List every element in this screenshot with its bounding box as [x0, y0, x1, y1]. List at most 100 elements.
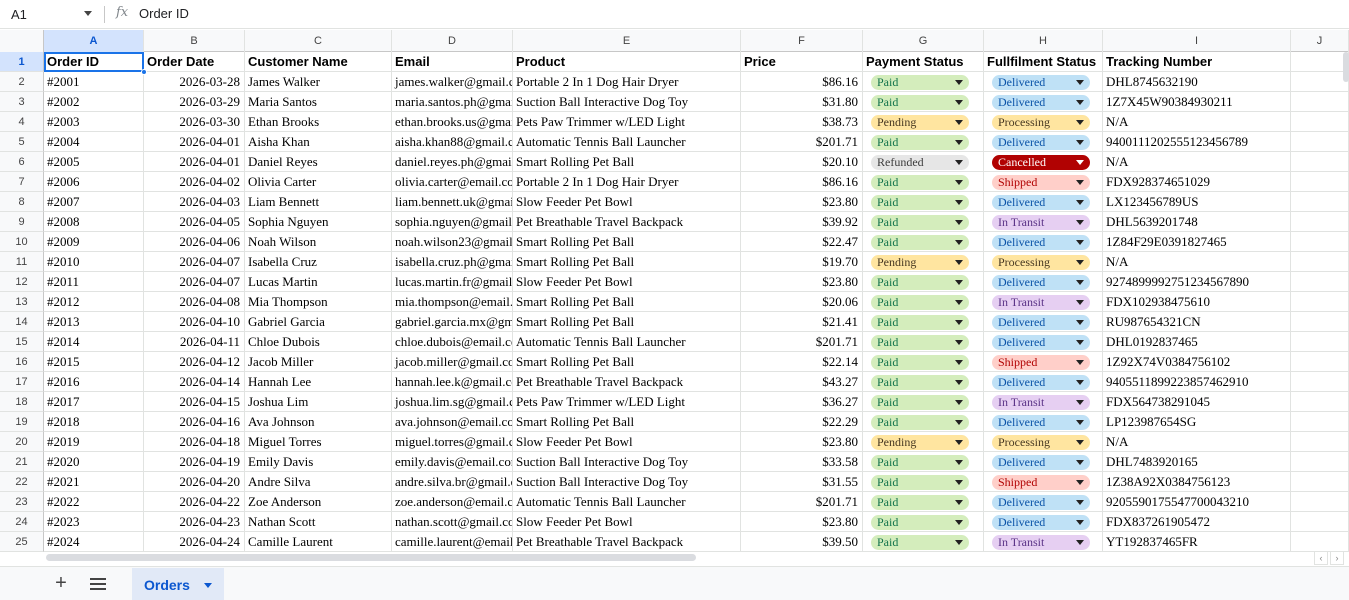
product-cell[interactable]: Pets Paw Trimmer w/LED Light [513, 392, 741, 412]
order-id-cell[interactable]: #2015 [44, 352, 144, 372]
status-dropdown-chip[interactable]: Delivered [992, 495, 1090, 510]
price-cell[interactable]: $31.55 [741, 472, 863, 492]
product-cell[interactable]: Pet Breathable Travel Backpack [513, 532, 741, 552]
email-cell[interactable]: maria.santos.ph@gmail.com [392, 92, 513, 112]
order-date-cell[interactable]: 2026-03-29 [144, 92, 245, 112]
customer-name-cell[interactable]: Andre Silva [245, 472, 392, 492]
row-header[interactable]: 12 [0, 272, 44, 292]
column-header-d[interactable]: D [392, 30, 513, 52]
empty-cell[interactable] [1291, 232, 1349, 252]
order-id-cell[interactable]: #2003 [44, 112, 144, 132]
payment-status-cell[interactable]: Paid [863, 372, 984, 392]
chevron-down-icon[interactable] [1076, 400, 1084, 405]
fulfillment-status-cell[interactable]: Delivered [984, 512, 1103, 532]
customer-name-cell[interactable]: Daniel Reyes [245, 152, 392, 172]
header-cell[interactable]: Order ID [44, 52, 144, 72]
order-id-cell[interactable]: #2016 [44, 372, 144, 392]
email-cell[interactable]: lucas.martin.fr@gmail.com [392, 272, 513, 292]
status-dropdown-chip[interactable]: Paid [871, 415, 969, 430]
customer-name-cell[interactable]: Aisha Khan [245, 132, 392, 152]
order-id-cell[interactable]: #2018 [44, 412, 144, 432]
product-cell[interactable]: Smart Rolling Pet Ball [513, 412, 741, 432]
order-date-cell[interactable]: 2026-03-28 [144, 72, 245, 92]
payment-status-cell[interactable]: Paid [863, 272, 984, 292]
price-cell[interactable]: $22.47 [741, 232, 863, 252]
status-dropdown-chip[interactable]: Paid [871, 455, 969, 470]
status-dropdown-chip[interactable]: Paid [871, 495, 969, 510]
order-date-cell[interactable]: 2026-04-11 [144, 332, 245, 352]
horizontal-scrollbar[interactable] [44, 554, 1314, 562]
row-header[interactable]: 24 [0, 512, 44, 532]
price-cell[interactable]: $201.71 [741, 332, 863, 352]
chevron-down-icon[interactable] [1076, 360, 1084, 365]
row-header[interactable]: 4 [0, 112, 44, 132]
chevron-down-icon[interactable] [1076, 100, 1084, 105]
empty-cell[interactable] [1291, 492, 1349, 512]
email-cell[interactable]: andre.silva.br@gmail.com [392, 472, 513, 492]
status-dropdown-chip[interactable]: Pending [871, 115, 969, 130]
order-date-cell[interactable]: 2026-04-18 [144, 432, 245, 452]
email-cell[interactable]: nathan.scott@gmail.com [392, 512, 513, 532]
fulfillment-status-cell[interactable]: In Transit [984, 392, 1103, 412]
status-dropdown-chip[interactable]: Delivered [992, 135, 1090, 150]
order-date-cell[interactable]: 2026-04-08 [144, 292, 245, 312]
status-dropdown-chip[interactable]: Paid [871, 175, 969, 190]
status-dropdown-chip[interactable]: Processing [992, 115, 1090, 130]
price-cell[interactable]: $22.14 [741, 352, 863, 372]
email-cell[interactable]: gabriel.garcia.mx@gmail.com [392, 312, 513, 332]
order-id-cell[interactable]: #2020 [44, 452, 144, 472]
price-cell[interactable]: $39.92 [741, 212, 863, 232]
empty-cell[interactable] [1291, 52, 1349, 72]
email-cell[interactable]: noah.wilson23@gmail.com [392, 232, 513, 252]
status-dropdown-chip[interactable]: Delivered [992, 375, 1090, 390]
chevron-down-icon[interactable] [1076, 440, 1084, 445]
order-id-cell[interactable]: #2011 [44, 272, 144, 292]
row-header[interactable]: 25 [0, 532, 44, 552]
customer-name-cell[interactable]: Isabella Cruz [245, 252, 392, 272]
chevron-down-icon[interactable] [1076, 480, 1084, 485]
payment-status-cell[interactable]: Paid [863, 312, 984, 332]
row-header[interactable]: 17 [0, 372, 44, 392]
order-date-cell[interactable]: 2026-04-12 [144, 352, 245, 372]
empty-cell[interactable] [1291, 92, 1349, 112]
header-cell[interactable]: Price [741, 52, 863, 72]
chevron-down-icon[interactable] [1076, 140, 1084, 145]
chevron-down-icon[interactable] [955, 340, 963, 345]
payment-status-cell[interactable]: Paid [863, 472, 984, 492]
empty-cell[interactable] [1291, 352, 1349, 372]
payment-status-cell[interactable]: Paid [863, 492, 984, 512]
order-date-cell[interactable]: 2026-04-20 [144, 472, 245, 492]
row-header[interactable]: 6 [0, 152, 44, 172]
chevron-down-icon[interactable] [1076, 460, 1084, 465]
email-cell[interactable]: emily.davis@email.com [392, 452, 513, 472]
chevron-down-icon[interactable] [955, 220, 963, 225]
empty-cell[interactable] [1291, 312, 1349, 332]
order-id-cell[interactable]: #2007 [44, 192, 144, 212]
scrollbar-thumb[interactable] [46, 554, 696, 561]
row-header[interactable]: 5 [0, 132, 44, 152]
payment-status-cell[interactable]: Paid [863, 392, 984, 412]
empty-cell[interactable] [1291, 432, 1349, 452]
status-dropdown-chip[interactable]: In Transit [992, 395, 1090, 410]
chevron-down-icon[interactable] [1076, 540, 1084, 545]
empty-cell[interactable] [1291, 192, 1349, 212]
email-cell[interactable]: jacob.miller@gmail.com [392, 352, 513, 372]
product-cell[interactable]: Automatic Tennis Ball Launcher [513, 492, 741, 512]
chevron-down-icon[interactable] [955, 120, 963, 125]
status-dropdown-chip[interactable]: Delivered [992, 195, 1090, 210]
customer-name-cell[interactable]: Maria Santos [245, 92, 392, 112]
price-cell[interactable]: $21.41 [741, 312, 863, 332]
chevron-down-icon[interactable] [955, 440, 963, 445]
tracking-number-cell[interactable]: 9274899992751234567890 [1103, 272, 1291, 292]
price-cell[interactable]: $201.71 [741, 492, 863, 512]
fulfillment-status-cell[interactable]: Processing [984, 432, 1103, 452]
chevron-down-icon[interactable] [1076, 380, 1084, 385]
order-id-cell[interactable]: #2008 [44, 212, 144, 232]
price-cell[interactable]: $20.10 [741, 152, 863, 172]
price-cell[interactable]: $86.16 [741, 72, 863, 92]
fulfillment-status-cell[interactable]: Delivered [984, 72, 1103, 92]
row-header[interactable]: 20 [0, 432, 44, 452]
add-sheet-button[interactable]: + [50, 573, 72, 595]
customer-name-cell[interactable]: Noah Wilson [245, 232, 392, 252]
price-cell[interactable]: $36.27 [741, 392, 863, 412]
